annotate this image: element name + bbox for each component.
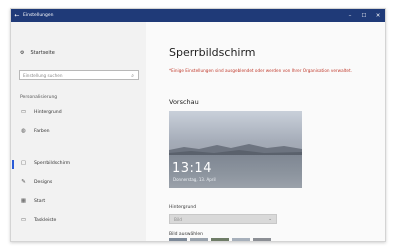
- page-title: Sperrbildschirm: [169, 46, 256, 59]
- section-heading: Personalisierung: [20, 95, 58, 100]
- preview-clock: 13:14: [172, 161, 212, 176]
- taskbar-icon: ▭: [20, 217, 27, 223]
- brush-icon: ✎: [21, 179, 26, 185]
- sidebar-item-label: Hintergrund: [34, 109, 62, 115]
- image-icon: ▭: [20, 109, 27, 115]
- image-thumbnail[interactable]: [190, 238, 208, 241]
- background-dropdown[interactable]: Bild ⌄: [169, 214, 277, 224]
- palette-icon: ◍: [21, 128, 26, 134]
- sidebar-item-label: Taskleiste: [34, 217, 57, 223]
- sidebar-item-label: Start: [34, 198, 46, 204]
- sidebar-item-farben[interactable]: ◍ Farben: [20, 128, 50, 134]
- title-bar: ← Einstellungen – ☐ ✕: [11, 9, 385, 22]
- choose-image-label: Bild auswählen: [169, 232, 203, 237]
- sidebar-item-taskleiste[interactable]: ▭ Taskleiste: [20, 217, 56, 223]
- image-thumbnail[interactable]: [169, 238, 187, 241]
- preview-date: Donnerstag, 13. April: [173, 177, 216, 182]
- minimize-button[interactable]: –: [343, 13, 357, 19]
- back-arrow-icon[interactable]: ←: [11, 12, 23, 19]
- chevron-down-icon: ⌄: [268, 217, 272, 222]
- search-placeholder: Einstellung suchen: [23, 73, 63, 78]
- sidebar-item-start[interactable]: ▦ Start: [20, 198, 45, 204]
- settings-window: ← Einstellungen – ☐ ✕ ⚙ Startseite Einst…: [10, 8, 386, 242]
- image-thumbnail[interactable]: [211, 238, 229, 241]
- policy-warning: *Einige Einstellungen sind ausgeblendet …: [169, 68, 352, 73]
- sidebar-item-label: Sperrbildschirm: [34, 160, 71, 166]
- sidebar: ⚙ Startseite Einstellung suchen ⌕ Person…: [11, 22, 146, 241]
- search-icon[interactable]: ⌕: [131, 71, 134, 81]
- active-indicator: [12, 160, 14, 169]
- sidebar-item-sperrbildschirm[interactable]: ▢ Sperrbildschirm: [20, 160, 70, 166]
- lock-screen-preview: 13:14 Donnerstag, 13. April: [169, 111, 302, 188]
- preview-heading: Vorschau: [169, 98, 199, 106]
- home-link[interactable]: ⚙ Startseite: [20, 50, 55, 56]
- image-thumbnail[interactable]: [253, 238, 271, 241]
- search-input[interactable]: Einstellung suchen ⌕: [19, 70, 139, 80]
- lock-screen-icon: ▢: [20, 160, 27, 166]
- image-thumbnail[interactable]: [232, 238, 250, 241]
- maximize-button[interactable]: ☐: [357, 13, 371, 19]
- window-title: Einstellungen: [23, 13, 54, 18]
- dropdown-value: Bild: [174, 217, 182, 222]
- home-label: Startseite: [30, 50, 55, 56]
- sidebar-item-label: Designs: [34, 179, 53, 185]
- close-button[interactable]: ✕: [371, 13, 385, 19]
- gear-icon: ⚙: [20, 50, 25, 56]
- sidebar-item-designs[interactable]: ✎ Designs: [20, 179, 52, 185]
- sidebar-item-hintergrund[interactable]: ▭ Hintergrund: [20, 109, 62, 115]
- sidebar-item-label: Farben: [34, 128, 50, 134]
- main-content: Sperrbildschirm *Einige Einstellungen si…: [146, 22, 385, 241]
- start-icon: ▦: [20, 198, 27, 204]
- background-label: Hintergrund: [169, 205, 197, 210]
